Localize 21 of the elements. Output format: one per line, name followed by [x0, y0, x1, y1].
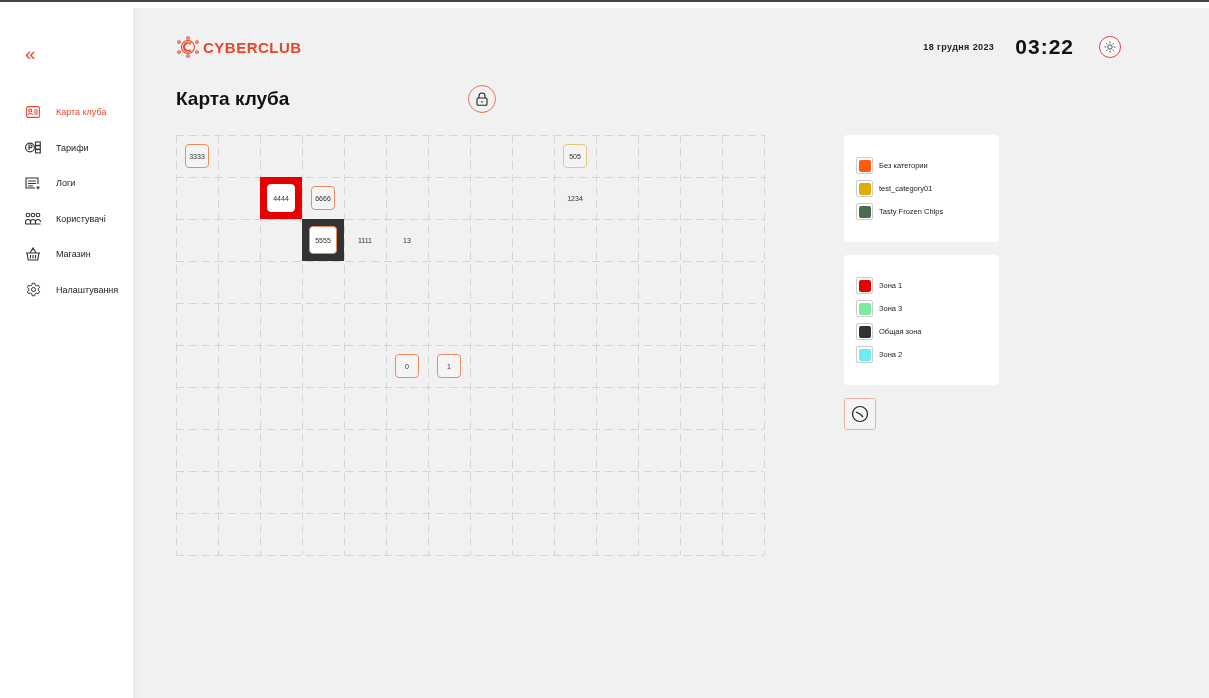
clock-time: 03:22 — [1015, 35, 1074, 59]
document-icon — [25, 176, 41, 190]
sidebar-item[interactable]: Налаштування — [25, 280, 119, 299]
logo-text: CYBERCLUB — [203, 38, 302, 56]
sidebar-item[interactable]: Користувачі — [25, 209, 106, 228]
collapse-button[interactable]: « — [25, 44, 36, 63]
page-title: Карта клуба — [176, 88, 291, 110]
id-card-icon — [26, 106, 40, 118]
basket-icon — [25, 247, 41, 261]
coin-list-icon — [25, 141, 41, 154]
date-text: 18 грудня 2023 — [923, 42, 995, 52]
theme-toggle-button[interactable] — [1099, 36, 1121, 58]
users-icon — [25, 212, 41, 225]
logo-icon — [176, 36, 200, 58]
sidebar-item[interactable]: Магазин — [25, 245, 91, 263]
lock-icon — [476, 92, 488, 106]
gear-icon — [25, 282, 41, 297]
sidebar-item[interactable]: Карта клуба — [25, 103, 107, 121]
sidebar-item[interactable]: Тарифи — [25, 138, 89, 157]
sidebar-item[interactable]: Логи — [25, 174, 76, 192]
sun-icon — [1104, 41, 1116, 53]
